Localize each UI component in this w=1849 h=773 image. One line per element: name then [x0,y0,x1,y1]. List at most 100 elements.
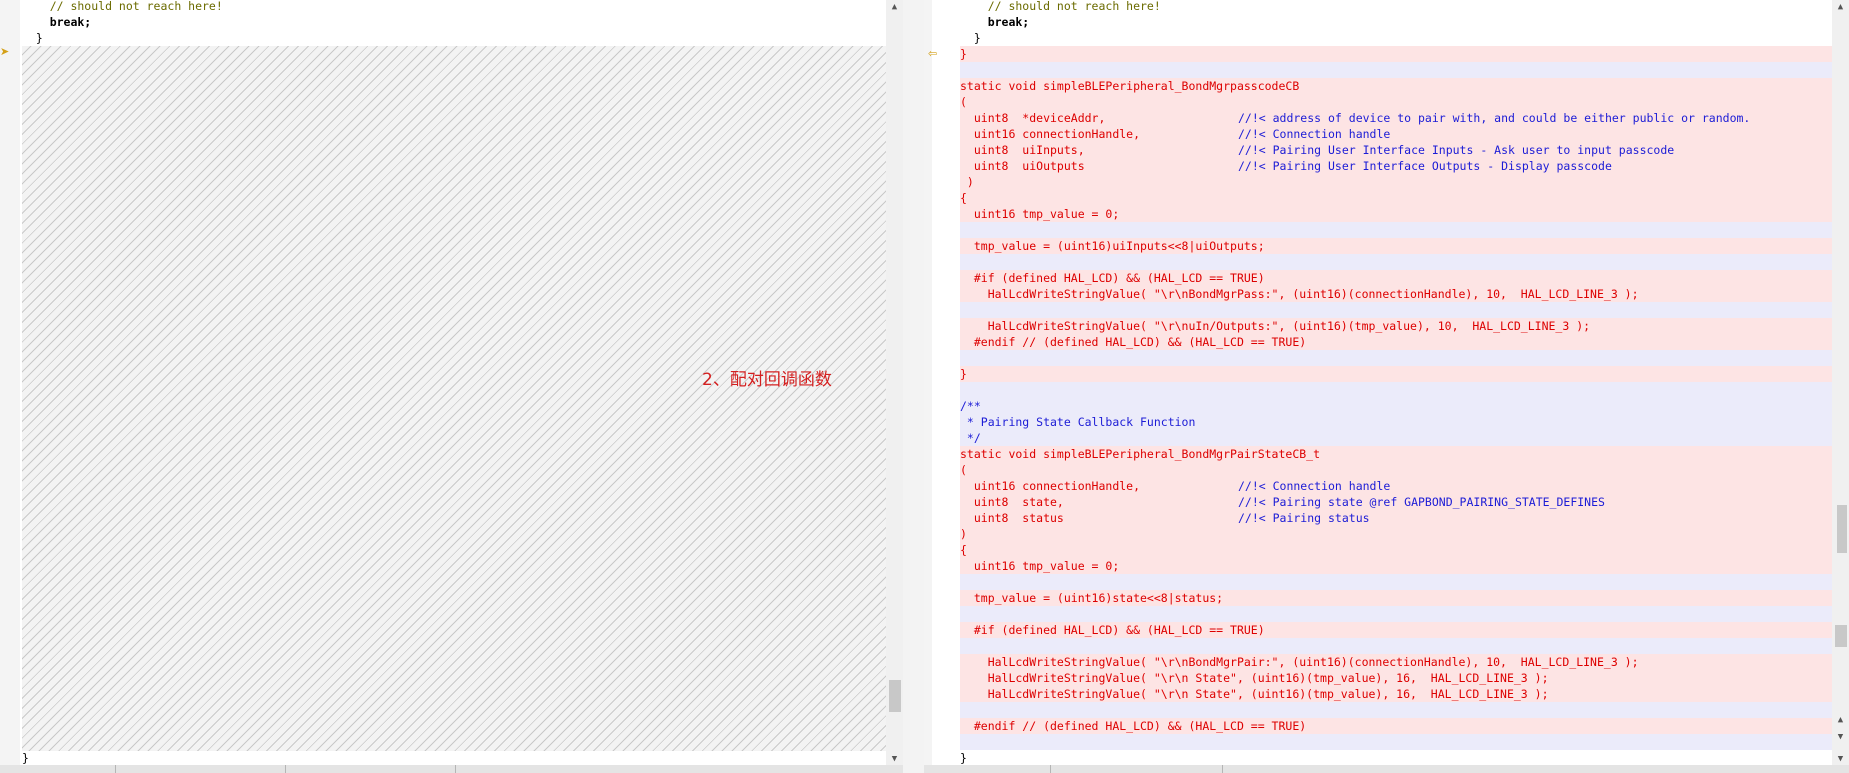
code-comment: //!< Connection handle [1238,127,1391,141]
pane-divider[interactable] [903,0,924,773]
code-line: uint16 tmp_value = 0; [960,558,1832,574]
code-line: uint8 uiInputs, //!< Pairing User Interfa… [960,142,1832,158]
code-line: break; [960,14,1832,30]
code-line: } [22,31,43,45]
left-closing-brace: } [22,751,29,765]
chevron-up-icon[interactable]: ▲ [886,0,903,14]
left-vertical-scrollbar[interactable]: ▲ ▼ [886,0,903,773]
code-text: static void simpleBLEPeripheral_BondMgrP… [960,447,1321,461]
code-line: */ [960,430,1832,446]
code-line: /** [960,398,1832,414]
code-line [960,734,1832,750]
code-line: uint16 tmp_value = 0; [960,206,1832,222]
code-line: uint8 state, //!< Pairing state @ref GAPB… [960,494,1832,510]
code-text: uint16 connectionHandle, [960,479,1141,493]
code-text: } [960,31,981,45]
code-line: #endif // (defined HAL_LCD) && (HAL_LCD … [960,334,1832,350]
code-line: #if (defined HAL_LCD) && (HAL_LCD == TRU… [960,622,1832,638]
right-code-pane[interactable]: ⇦ // should not reach here! break; }} sta… [924,0,1849,773]
right-scroll-marker [1835,625,1847,647]
code-line: uint8 uiOutputs //!< Pairing User Interfa… [960,158,1832,174]
code-line: } [960,750,1832,766]
code-line: uint8 *deviceAddr, //!< address of device… [960,110,1832,126]
code-line [960,302,1832,318]
scroll-tick [455,765,456,773]
scroll-tick [115,765,116,773]
scroll-tick [1050,765,1051,773]
code-line: break; [22,15,92,29]
code-line: HalLcdWriteStringValue( "\r\nBondMgrPair… [960,654,1832,670]
code-line: #if (defined HAL_LCD) && (HAL_LCD == TRU… [960,270,1832,286]
arrow-left-icon: ⇦ [928,47,938,60]
code-text: break; [960,15,1030,29]
arrow-right-icon: ➤ [0,45,10,58]
code-text: ( [960,463,967,477]
code-line: { [960,542,1832,558]
code-comment: //!< Pairing User Interface Outputs - Di… [1238,159,1612,173]
code-line: static void simpleBLEPeripheral_BondMgrp… [960,78,1832,94]
right-vertical-scrollbar[interactable]: ▲ ▲ ▼ ▼ [1832,0,1849,773]
code-text: uint16 connectionHandle, [960,127,1141,141]
code-line [960,606,1832,622]
code-line: tmp_value = (uint16)state<<8|status; [960,590,1832,606]
code-line [960,222,1832,238]
code-text: #endif // (defined HAL_LCD) && (HAL_LCD … [960,719,1307,733]
code-line: HalLcdWriteStringValue( "\r\n State", (u… [960,670,1832,686]
code-comment: //!< address of device to pair with, and… [1238,111,1751,125]
code-line: HalLcdWriteStringValue( "\r\nBondMgrPass… [960,286,1832,302]
code-text: uint8 *deviceAddr, [960,111,1106,125]
code-text: static void simpleBLEPeripheral_BondMgrp… [960,79,1300,93]
code-text: uint8 uiOutputs [960,159,1085,173]
code-line [960,254,1832,270]
code-text: { [960,191,967,205]
code-text: ( [960,95,967,109]
chevron-up-small-icon[interactable]: ▲ [1832,713,1849,727]
code-text: } [960,751,967,765]
code-text: } [960,367,967,381]
scroll-tick [1222,765,1223,773]
left-horizontal-scrollbar[interactable] [0,765,903,773]
code-line: #endif // (defined HAL_LCD) && (HAL_LCD … [960,718,1832,734]
code-line: ( [960,462,1832,478]
code-line [960,702,1832,718]
code-text: HalLcdWriteStringValue( "\r\nBondMgrPass… [960,287,1639,301]
chevron-down-icon[interactable]: ▼ [1832,752,1849,766]
code-line: { [960,190,1832,206]
chevron-down-small-icon[interactable]: ▼ [1832,730,1849,744]
code-text: HalLcdWriteStringValue( "\r\nuIn/Outputs… [960,319,1591,333]
left-scroll-thumb[interactable] [889,680,901,712]
missing-block-hatch [22,46,902,751]
left-gutter [0,0,20,773]
code-text: HalLcdWriteStringValue( "\r\nBondMgrPair… [960,655,1639,669]
code-text: uint8 uiInputs, [960,143,1085,157]
code-line: // should not reach here! [22,0,223,13]
chevron-down-icon[interactable]: ▼ [886,752,903,766]
code-text: #endif // (defined HAL_LCD) && (HAL_LCD … [960,335,1307,349]
code-line: * Pairing State Callback Function [960,414,1832,430]
right-scroll-thumb[interactable] [1837,505,1847,553]
code-text: #if (defined HAL_LCD) && (HAL_LCD == TRU… [960,623,1265,637]
code-text: tmp_value = (uint16)state<<8|status; [960,591,1224,605]
code-line: } [960,366,1832,382]
code-line: } [960,30,1832,46]
code-line: uint16 connectionHandle, //!< Connection … [960,126,1832,142]
code-line [960,350,1832,366]
code-text: // should not reach here! [960,0,1161,13]
code-text: uint8 status [960,511,1064,525]
code-text: ) [960,175,974,189]
code-text: { [960,543,967,557]
code-comment: //!< Pairing state @ref GAPBOND_PAIRING_… [1238,495,1605,509]
annotation-label: 2、配对回调函数 [702,370,832,390]
chevron-up-icon[interactable]: ▲ [1832,0,1849,14]
code-text: uint8 state, [960,495,1064,509]
left-code-pane[interactable]: // should not reach here! break; } 2、配对回… [0,0,903,773]
code-line [960,62,1832,78]
scroll-tick [285,765,286,773]
code-line: ) [960,174,1832,190]
code-text: ) [960,527,967,541]
code-text: * Pairing State Callback Function [960,415,1196,429]
code-line: static void simpleBLEPeripheral_BondMgrP… [960,446,1832,462]
code-line [960,382,1832,398]
right-horizontal-scrollbar[interactable] [924,765,1849,773]
code-text: HalLcdWriteStringValue( "\r\n State", (u… [960,671,1549,685]
